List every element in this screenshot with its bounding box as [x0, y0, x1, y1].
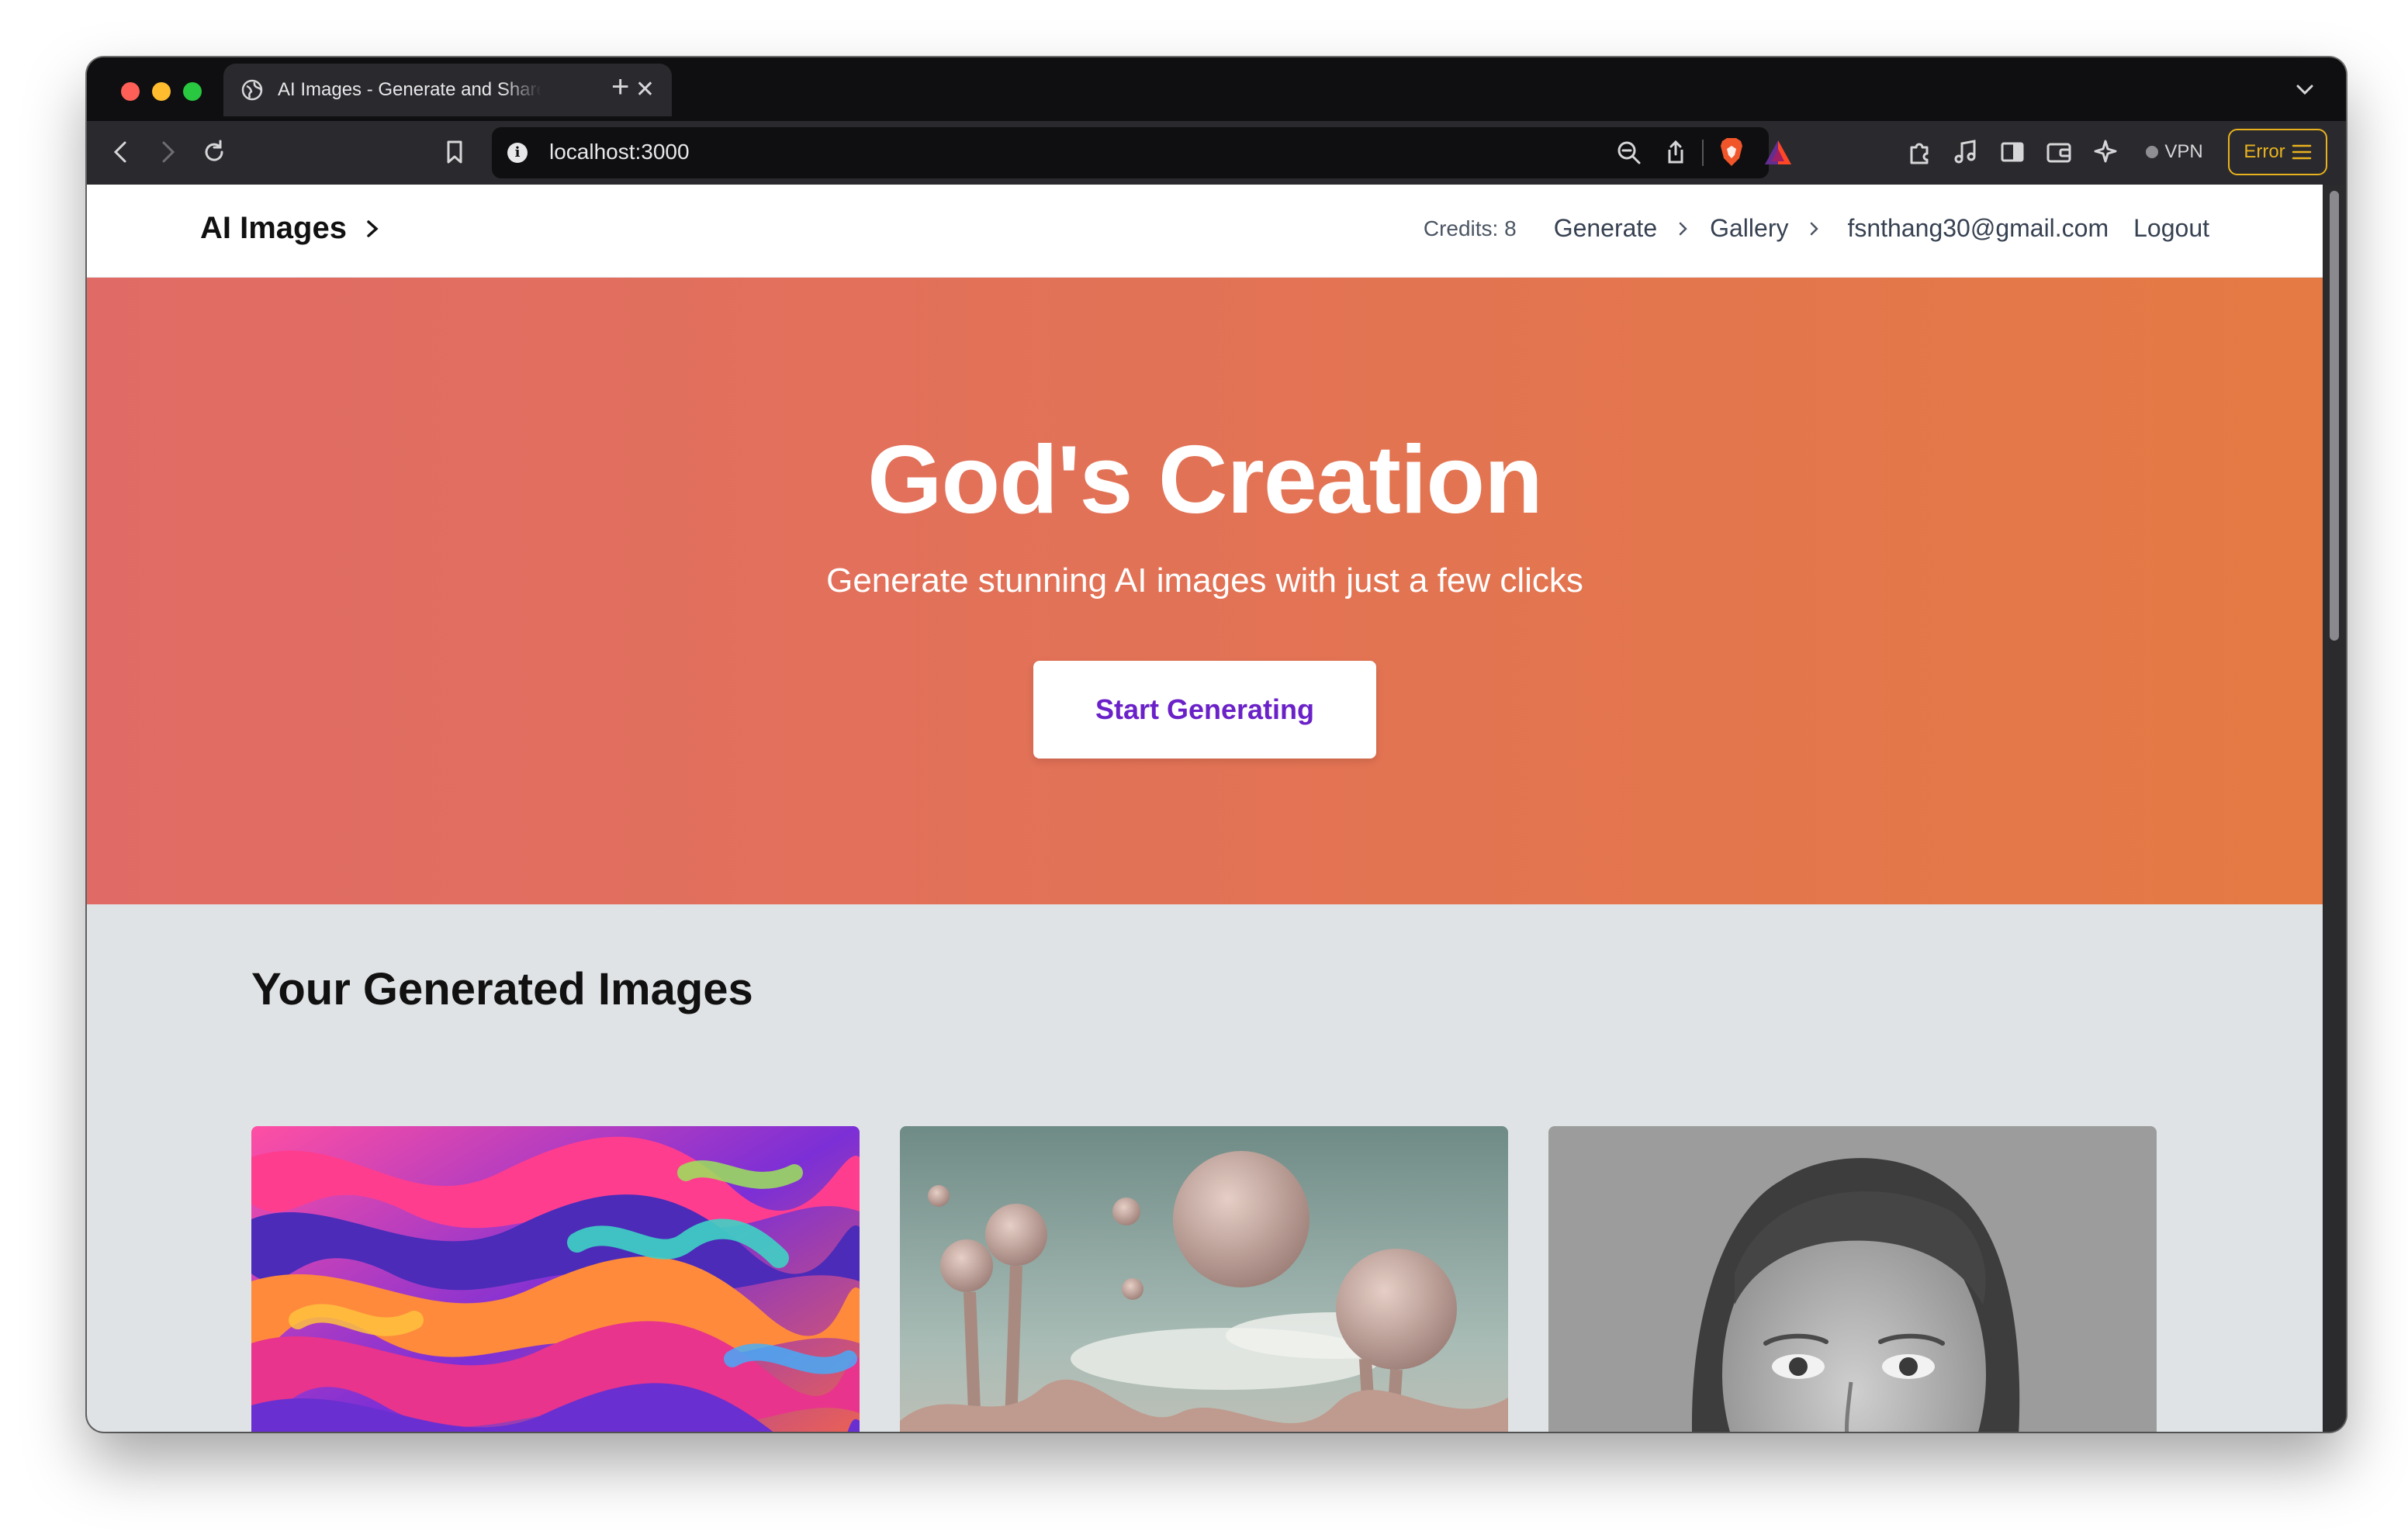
page-viewport: AI Images Credits: 8 Generate Gallery fs… [87, 185, 2323, 1432]
back-icon[interactable] [106, 137, 137, 168]
maximize-window-button[interactable] [183, 82, 202, 101]
minimize-window-button[interactable] [152, 82, 171, 101]
browser-toolbar: i localhost:3000 VPN Error [87, 121, 2346, 185]
page-scrollbar[interactable] [2323, 185, 2346, 1432]
tab-title: AI Images - Generate and Share [278, 79, 541, 100]
brave-shields-icon[interactable] [1716, 137, 1747, 169]
forward-icon[interactable] [152, 137, 183, 168]
hamburger-menu-icon [2292, 144, 2311, 160]
divider [1702, 140, 1704, 166]
credits-count: Credits: 8 [1423, 216, 1517, 240]
vpn-status-dot [2146, 146, 2159, 158]
generated-image-card[interactable] [251, 1126, 860, 1432]
reload-icon[interactable] [199, 137, 230, 168]
abstract-waves-image [251, 1126, 860, 1432]
share-icon[interactable] [1660, 137, 1691, 168]
chevron-right-icon [1679, 222, 1687, 235]
error-menu-button[interactable]: Error [2228, 129, 2327, 175]
browser-tab[interactable]: AI Images - Generate and Share ✕ [223, 64, 672, 116]
hero-section: God's Creation Generate stunning AI imag… [87, 278, 2323, 904]
chevron-right-icon [367, 219, 379, 237]
tab-close-icon[interactable]: ✕ [635, 78, 655, 102]
address-bar[interactable]: i localhost:3000 [492, 127, 1791, 178]
leo-ai-icon[interactable] [2090, 137, 2121, 168]
brand-name: AI Images [200, 211, 347, 245]
hero-title: God's Creation [867, 427, 1543, 534]
new-tab-button[interactable]: + [611, 71, 629, 102]
tab-menu-chevron-icon[interactable] [2292, 76, 2318, 102]
sidebar-toggle-icon[interactable] [1997, 137, 2028, 168]
logout-link[interactable]: Logout [2133, 214, 2209, 243]
close-window-button[interactable] [121, 82, 140, 101]
brand-link[interactable]: AI Images [200, 211, 381, 246]
tab-strip: AI Images - Generate and Share ✕ + [87, 57, 2346, 121]
extensions-icon[interactable] [1904, 137, 1935, 168]
vpn-button[interactable]: VPN [2132, 129, 2217, 175]
url-text: localhost:3000 [549, 140, 690, 164]
user-email[interactable]: fsnthang30@gmail.com [1847, 214, 2109, 243]
music-icon[interactable] [1950, 137, 1981, 168]
bookmark-icon[interactable] [439, 137, 470, 168]
scrollbar-thumb[interactable] [2330, 191, 2339, 641]
zoom-out-icon[interactable] [1614, 137, 1645, 168]
generated-image-card[interactable] [1548, 1126, 2157, 1432]
browser-window: AI Images - Generate and Share ✕ + i loc… [87, 57, 2346, 1432]
start-generating-button[interactable]: Start Generating [1033, 661, 1376, 759]
hero-subtitle: Generate stunning AI images with just a … [826, 562, 1583, 600]
nav-link-generate[interactable]: Generate [1554, 214, 1657, 243]
nav-link-gallery[interactable]: Gallery [1710, 214, 1788, 243]
nav-links: Credits: 8 Generate Gallery fsnthang30@g… [1424, 214, 2209, 243]
generated-image-card[interactable] [900, 1126, 1508, 1432]
brave-rewards-icon[interactable] [1763, 138, 1794, 168]
site-info-icon[interactable]: i [507, 143, 528, 163]
globe-icon [241, 79, 263, 101]
chevron-right-icon [1811, 222, 1819, 235]
portrait-image [1548, 1126, 2157, 1432]
site-navbar: AI Images Credits: 8 Generate Gallery fs… [87, 185, 2323, 278]
wallet-icon[interactable] [2043, 137, 2074, 168]
vpn-label: VPN [2164, 141, 2203, 162]
error-label: Error [2244, 141, 2285, 162]
gallery-title: Your Generated Images [251, 964, 753, 1014]
floating-spheres-image [900, 1126, 1508, 1432]
